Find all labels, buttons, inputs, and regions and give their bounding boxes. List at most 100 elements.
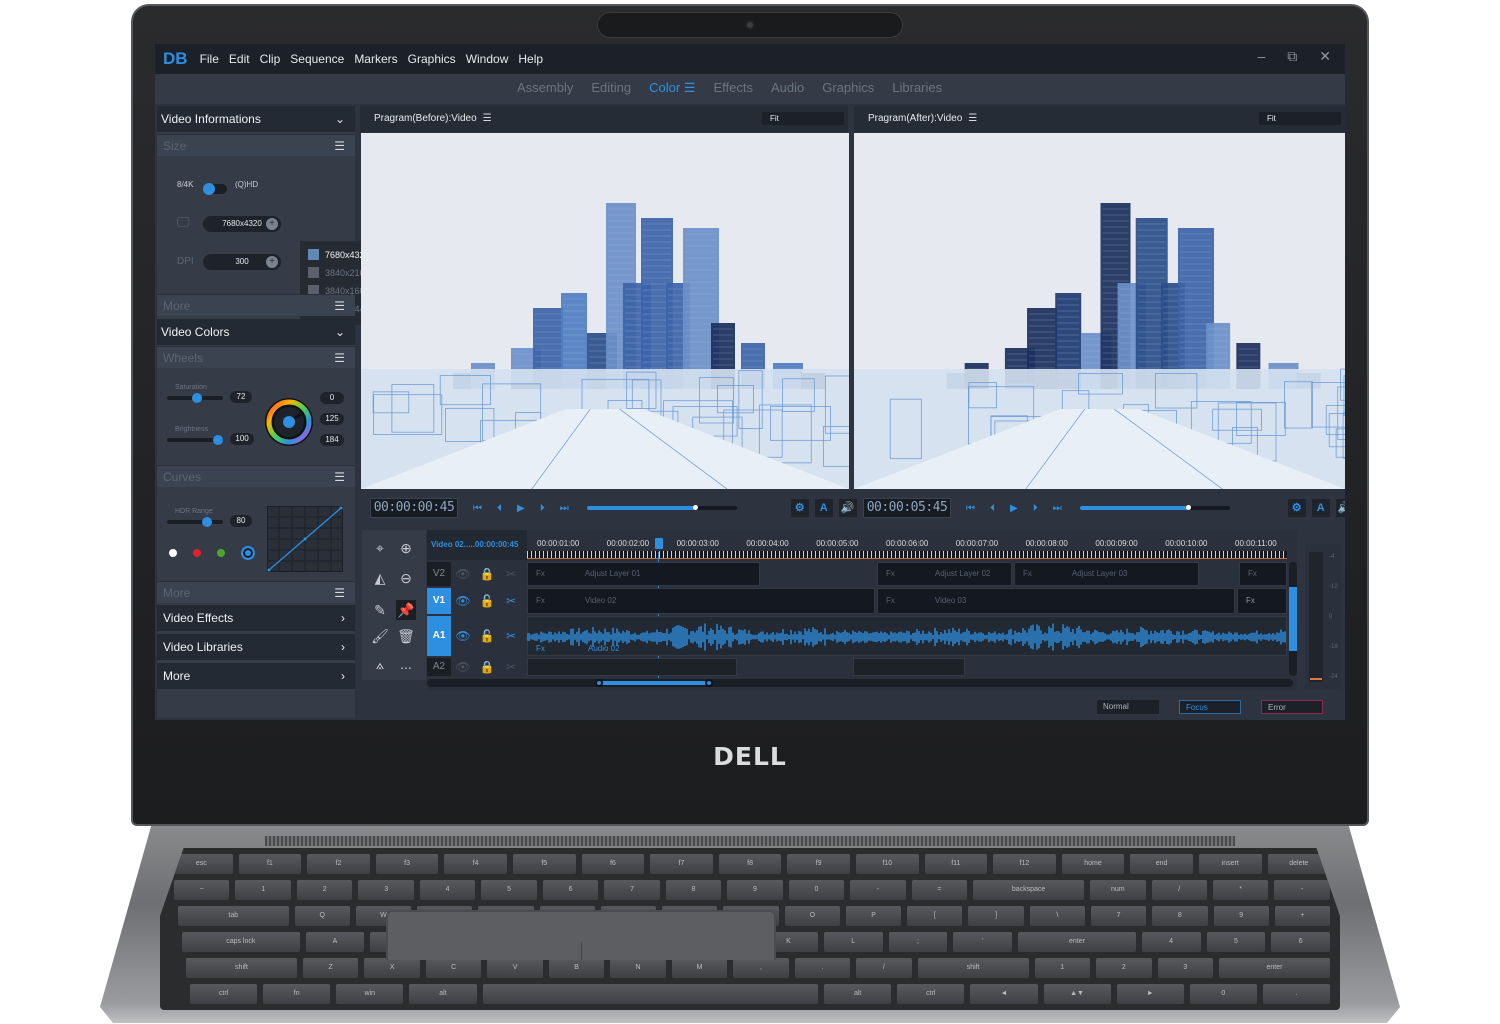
video-informations-header[interactable]: Video Informations ⌄ — [157, 106, 355, 132]
skip-end-icon[interactable]: ⏭ — [1053, 503, 1062, 514]
checkbox[interactable] — [308, 267, 319, 278]
nav-video-effects[interactable]: Video Effects › — [157, 605, 355, 631]
nav-more[interactable]: More › — [157, 663, 355, 689]
tools-icon[interactable]: ✂ — [503, 594, 519, 608]
curves-graph[interactable] — [267, 506, 343, 572]
volume-icon[interactable]: 🔊 — [838, 499, 857, 517]
rgb-value-r[interactable]: 0 — [320, 392, 344, 404]
tab-effects[interactable]: Effects — [713, 80, 753, 96]
status-normal[interactable]: Normal — [1097, 700, 1159, 714]
restore-icon[interactable]: ⧉ — [1287, 48, 1297, 65]
more-subheader[interactable]: More ☰ — [157, 294, 355, 316]
hdr-range-slider[interactable] — [167, 517, 223, 527]
tools-icon[interactable]: ✂ — [503, 660, 519, 674]
timecode[interactable]: 00:00:05:45 — [863, 498, 951, 518]
pin-icon[interactable]: 📌 — [396, 600, 416, 620]
step-forward-icon[interactable]: ⏵ — [540, 503, 545, 514]
settings-icon[interactable]: ⚙ — [1287, 499, 1306, 517]
step-forward-icon[interactable]: ⏵ — [1033, 503, 1038, 514]
audio-clip[interactable] — [527, 658, 737, 676]
channel-dot[interactable] — [193, 549, 201, 557]
unlock-icon[interactable]: 🔓 — [479, 629, 495, 643]
video-colors-header[interactable]: Video Colors ⌄ — [157, 319, 355, 345]
play-icon[interactable]: ▶ — [517, 503, 525, 514]
viewer-before[interactable] — [361, 133, 849, 489]
saturation-value[interactable]: 72 — [230, 391, 252, 403]
menu-help[interactable]: Help — [518, 52, 543, 66]
clip[interactable]: Fx Video 02 — [527, 588, 875, 614]
tab-color[interactable]: Color ☰ — [649, 80, 695, 96]
zoom-out-icon[interactable]: ⊖ — [396, 568, 416, 588]
saturation-slider[interactable] — [167, 393, 223, 403]
resolution-toggle[interactable] — [203, 183, 227, 195]
clip[interactable]: Fx — [1239, 562, 1287, 586]
scrub-handle[interactable] — [692, 505, 698, 510]
rgb-value-b[interactable]: 184 — [320, 434, 344, 446]
eye-icon[interactable]: 👁 — [455, 629, 471, 643]
clip[interactable]: Fx Adjust Layer 01 — [527, 562, 760, 586]
scroll-handle-left[interactable] — [595, 679, 603, 687]
play-icon[interactable]: ▶ — [1010, 503, 1018, 514]
slider-thumb[interactable] — [192, 393, 203, 403]
size-subheader[interactable]: Size ☰ — [157, 134, 355, 156]
focus-target-icon[interactable]: ⌖ — [370, 538, 390, 558]
scrub-bar[interactable] — [1079, 505, 1230, 510]
viewer-after[interactable] — [854, 133, 1345, 489]
close-icon[interactable]: ✕ — [1319, 48, 1331, 65]
track-a2-label[interactable]: A2 — [427, 658, 451, 676]
tools-icon[interactable]: ✂ — [503, 567, 519, 581]
more-tools-icon[interactable]: ... — [396, 654, 416, 674]
eye-icon[interactable]: 👁 — [455, 567, 471, 581]
scrub-bar[interactable] — [586, 505, 737, 510]
text-icon[interactable]: A — [814, 499, 833, 517]
slider-thumb[interactable] — [213, 435, 223, 445]
channel-dot[interactable] — [169, 549, 177, 557]
hamburger-icon[interactable]: ☰ — [334, 582, 345, 604]
lock-icon[interactable]: 🔒 — [479, 567, 495, 581]
settings-icon[interactable]: ⚙ — [790, 499, 809, 517]
track-a1-label[interactable]: A1 — [427, 616, 451, 656]
zoom-in-icon[interactable]: ⊕ — [396, 538, 416, 558]
track-v1-label[interactable]: V1 — [427, 588, 451, 614]
hamburger-icon[interactable]: ☰ — [968, 113, 977, 124]
fit-select[interactable]: Fit — [762, 112, 844, 125]
menu-graphics[interactable]: Graphics — [408, 52, 456, 66]
tools-icon[interactable]: ✂ — [503, 629, 519, 643]
playhead-marker[interactable] — [655, 538, 663, 549]
clip[interactable]: Fx — [1237, 588, 1287, 614]
clip[interactable]: Fx Adjust Layer 02 — [877, 562, 1012, 586]
curves-subheader[interactable]: Curves ☰ — [157, 465, 355, 487]
tab-libraries[interactable]: Libraries — [892, 80, 942, 96]
menu-sequence[interactable]: Sequence — [290, 52, 344, 66]
track-v2-label[interactable]: V2 — [427, 562, 451, 586]
color-wheel[interactable] — [263, 396, 315, 448]
hamburger-icon[interactable]: ☰ — [334, 347, 345, 369]
scrub-handle[interactable] — [1185, 505, 1191, 510]
volume-icon[interactable]: 🔊 — [1335, 499, 1345, 517]
hamburger-icon[interactable]: ☰ — [334, 466, 345, 488]
clip[interactable]: Fx Video 03 — [877, 588, 1235, 614]
status-focus[interactable]: Focus — [1179, 700, 1241, 714]
menu-markers[interactable]: Markers — [354, 52, 397, 66]
scrollbar-thumb[interactable] — [1289, 587, 1297, 651]
menu-icon[interactable]: ☰ — [684, 80, 696, 95]
clip[interactable]: Fx Adjust Layer 03 — [1014, 562, 1199, 586]
menu-file[interactable]: File — [200, 52, 219, 66]
lock-icon[interactable]: 🔒 — [479, 660, 495, 674]
minimize-icon[interactable]: – — [1257, 48, 1265, 65]
timecode[interactable]: 00:00:00:45 — [370, 498, 458, 518]
tab-audio[interactable]: Audio — [771, 80, 804, 96]
trash-icon[interactable]: 🗑 — [396, 626, 416, 646]
nav-video-libraries[interactable]: Video Libraries › — [157, 634, 355, 660]
skip-end-icon[interactable]: ⏭ — [560, 503, 569, 514]
scroll-handle-right[interactable] — [705, 679, 713, 687]
eye-icon[interactable]: 👁 — [455, 594, 471, 608]
pencil-icon[interactable]: ✎ — [370, 600, 390, 620]
hamburger-icon[interactable]: ☰ — [483, 113, 492, 124]
hamburger-icon[interactable]: ☰ — [334, 135, 345, 157]
eye-icon[interactable]: 👁 — [455, 660, 471, 674]
wheels-subheader[interactable]: Wheels ☰ — [157, 346, 355, 368]
timeline-scrollbar[interactable] — [427, 679, 1293, 687]
unlock-icon[interactable]: 🔓 — [479, 594, 495, 608]
step-back-icon[interactable]: ⏴ — [990, 503, 995, 514]
